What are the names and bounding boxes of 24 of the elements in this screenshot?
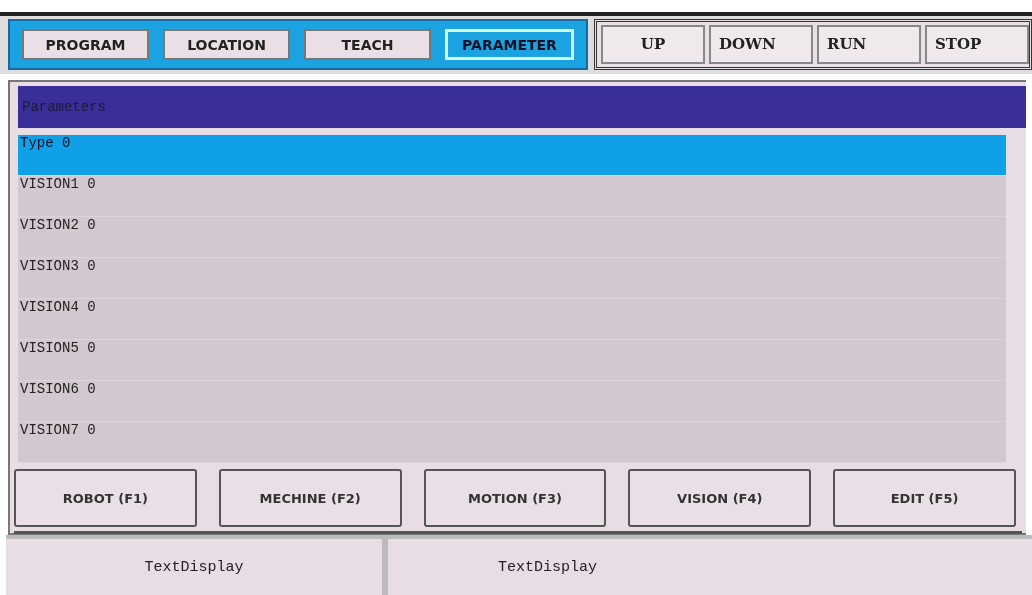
function-button[interactable]: EDIT (F5) [833,469,1016,527]
function-button[interactable]: MOTION (F3) [423,469,607,527]
function-button[interactable]: VISION (F4) [628,469,812,527]
list-item[interactable]: VISION3 0 [18,258,1006,299]
tab[interactable]: TEACH [304,29,431,60]
list-item[interactable]: Type 0 [18,135,1006,176]
panel-title: Parameters [18,86,1026,128]
list-item[interactable]: VISION7 0 [18,422,1006,463]
list-item[interactable]: VISION2 0 [18,217,1006,258]
tab[interactable]: PARAMETER [445,29,574,60]
tab[interactable]: PROGRAM [22,29,149,60]
control-button[interactable]: UP [601,25,705,64]
list-item[interactable]: VISION6 0 [18,381,1006,422]
text-display: TextDisplay [6,539,382,595]
tab[interactable]: LOCATION [163,29,290,60]
control-button[interactable]: RUN [817,25,921,64]
list-item[interactable]: VISION5 0 [18,340,1006,381]
list-item[interactable]: VISION4 0 [18,299,1006,340]
function-button[interactable]: MECHINE (F2) [218,469,402,527]
control-button[interactable]: STOP [925,25,1029,64]
function-button[interactable]: ROBOT (F1) [14,469,197,527]
control-button[interactable]: DOWN [709,25,813,64]
list-item[interactable]: VISION1 0 [18,176,1006,217]
text-display: TextDisplay [388,539,1032,595]
